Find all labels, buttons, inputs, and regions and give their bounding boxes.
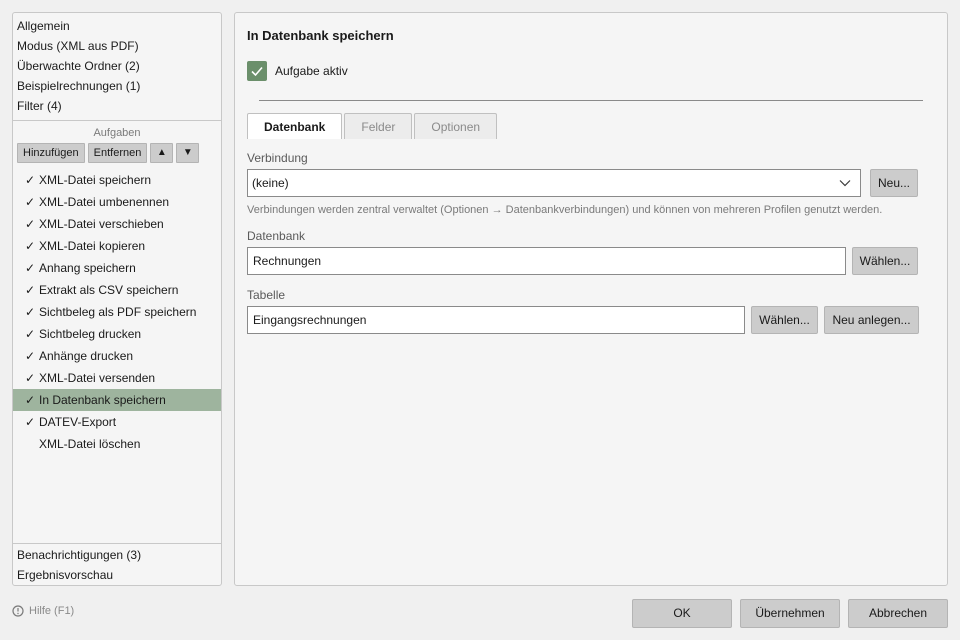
database-label: Datenbank — [247, 229, 306, 243]
help-link[interactable]: Hilfe (F1) — [12, 605, 74, 617]
task-item[interactable]: ✓ Anhang speichern — [13, 257, 221, 279]
tasks-header: Aufgaben — [93, 127, 141, 139]
task-check-icon: ✓ — [25, 283, 36, 297]
apply-button[interactable]: Übernehmen — [740, 599, 840, 628]
chevron-down-icon — [839, 180, 851, 187]
task-detail-panel: In Datenbank speichern Aufgabe aktiv Dat… — [234, 12, 948, 586]
choose-database-button[interactable]: Wählen... — [852, 247, 918, 275]
task-check-icon: ✓ — [25, 327, 36, 341]
database-input[interactable]: Rechnungen — [247, 247, 846, 275]
task-item[interactable]: ✓ Extrakt als CSV speichern — [13, 279, 221, 301]
task-active-checkbox[interactable] — [247, 61, 267, 81]
settings-nav-panel: Allgemein Modus (XML aus PDF) Überwachte… — [12, 12, 222, 586]
task-toolbar: Hinzufügen Entfernen ▲ ▼ — [13, 143, 221, 165]
task-item[interactable]: XML-Datei löschen — [13, 433, 221, 455]
connection-label: Verbindung — [247, 151, 308, 165]
task-item[interactable]: ✓ XML-Datei versenden — [13, 367, 221, 389]
cancel-button[interactable]: Abbrechen — [848, 599, 948, 628]
task-check-icon: ✓ — [25, 371, 36, 385]
nav-item-filter[interactable]: Filter (4) — [13, 96, 221, 116]
task-check-icon: ✓ — [25, 239, 36, 253]
tab-options[interactable]: Optionen — [414, 113, 498, 139]
task-check-icon: ✓ — [25, 415, 36, 429]
task-item[interactable]: ✓ In Datenbank speichern — [13, 389, 221, 411]
nav-item-notifications[interactable]: Benachrichtigungen (3) — [13, 545, 221, 565]
nav-item-result-preview[interactable]: Ergebnisvorschau — [13, 565, 221, 585]
task-check-icon: ✓ — [25, 393, 36, 407]
tab-fields[interactable]: Felder — [344, 113, 413, 139]
task-item-label: XML-Datei speichern — [39, 173, 152, 187]
task-item[interactable]: ✓ DATEV-Export — [13, 411, 221, 433]
task-item[interactable]: ✓ XML-Datei verschieben — [13, 213, 221, 235]
nav-item-mode[interactable]: Modus (XML aus PDF) — [13, 36, 221, 56]
task-item-label: XML-Datei versenden — [39, 371, 156, 385]
task-item-label: XML-Datei umbenennen — [39, 195, 170, 209]
task-item[interactable]: ✓ XML-Datei kopieren — [13, 235, 221, 257]
task-check-icon — [25, 433, 39, 455]
move-up-button[interactable]: ▲ — [150, 143, 174, 163]
checkmark-icon — [251, 66, 263, 77]
task-item-label: Sichtbeleg drucken — [39, 327, 142, 341]
task-active-toggle[interactable]: Aufgabe aktiv — [247, 61, 348, 81]
task-item-label: XML-Datei löschen — [39, 437, 141, 451]
nav-bottom-list: Benachrichtigungen (3) Ergebnisvorschau — [13, 543, 221, 585]
nav-item-watched-folders[interactable]: Überwachte Ordner (2) — [13, 56, 221, 76]
task-item[interactable]: ✓ XML-Datei speichern — [13, 169, 221, 191]
choose-table-button[interactable]: Wählen... — [751, 306, 818, 334]
task-item[interactable]: ✓ Anhänge drucken — [13, 345, 221, 367]
remove-task-button[interactable]: Entfernen — [87, 143, 148, 163]
task-item-label: Anhänge drucken — [39, 349, 134, 363]
connection-select[interactable]: (keine) — [247, 169, 861, 197]
task-item[interactable]: ✓ Sichtbeleg als PDF speichern — [13, 301, 221, 323]
task-active-label: Aufgabe aktiv — [275, 64, 348, 78]
task-item-label: Anhang speichern — [39, 261, 136, 275]
task-check-icon: ✓ — [25, 173, 36, 187]
page-title: In Datenbank speichern — [247, 28, 394, 43]
task-item[interactable]: ✓ Sichtbeleg drucken — [13, 323, 221, 345]
connection-value: (keine) — [252, 176, 289, 190]
tab-bar: Datenbank Felder Optionen — [247, 113, 498, 139]
add-task-button[interactable]: Hinzufügen — [17, 143, 85, 163]
task-item-label: Extrakt als CSV speichern — [39, 283, 179, 297]
task-check-icon: ✓ — [25, 195, 36, 209]
nav-item-sample-invoices[interactable]: Beispielrechnungen (1) — [13, 76, 221, 96]
task-check-icon: ✓ — [25, 305, 36, 319]
move-down-button[interactable]: ▼ — [176, 143, 200, 163]
help-icon — [12, 605, 24, 617]
create-table-button[interactable]: Neu anlegen... — [824, 306, 919, 334]
task-item[interactable]: ✓ XML-Datei umbenennen — [13, 191, 221, 213]
task-item-label: XML-Datei verschieben — [39, 217, 164, 231]
help-label: Hilfe (F1) — [29, 605, 75, 617]
task-list: ✓ XML-Datei speichern ✓ XML-Datei umbenenne… — [13, 169, 221, 455]
table-label: Tabelle — [247, 288, 286, 302]
task-item-label: XML-Datei kopieren — [39, 239, 146, 253]
new-connection-button[interactable]: Neu... — [870, 169, 918, 197]
task-check-icon: ✓ — [25, 349, 36, 363]
task-item-label: In Datenbank speichern — [39, 393, 166, 407]
nav-item-general[interactable]: Allgemein — [13, 16, 221, 36]
ok-button[interactable]: OK — [632, 599, 732, 628]
table-input[interactable]: Eingangsrechnungen — [247, 306, 745, 334]
task-item-label: DATEV-Export — [39, 415, 117, 429]
header-divider — [259, 100, 923, 101]
nav-top-list: Allgemein Modus (XML aus PDF) Überwachte… — [13, 13, 221, 116]
task-item-label: Sichtbeleg als PDF speichern — [39, 305, 197, 319]
task-check-icon: ✓ — [25, 261, 36, 275]
tab-database[interactable]: Datenbank — [247, 113, 343, 139]
connection-hint: Verbindungen werden zentral verwaltet (O… — [247, 204, 883, 216]
task-check-icon: ✓ — [25, 217, 36, 231]
